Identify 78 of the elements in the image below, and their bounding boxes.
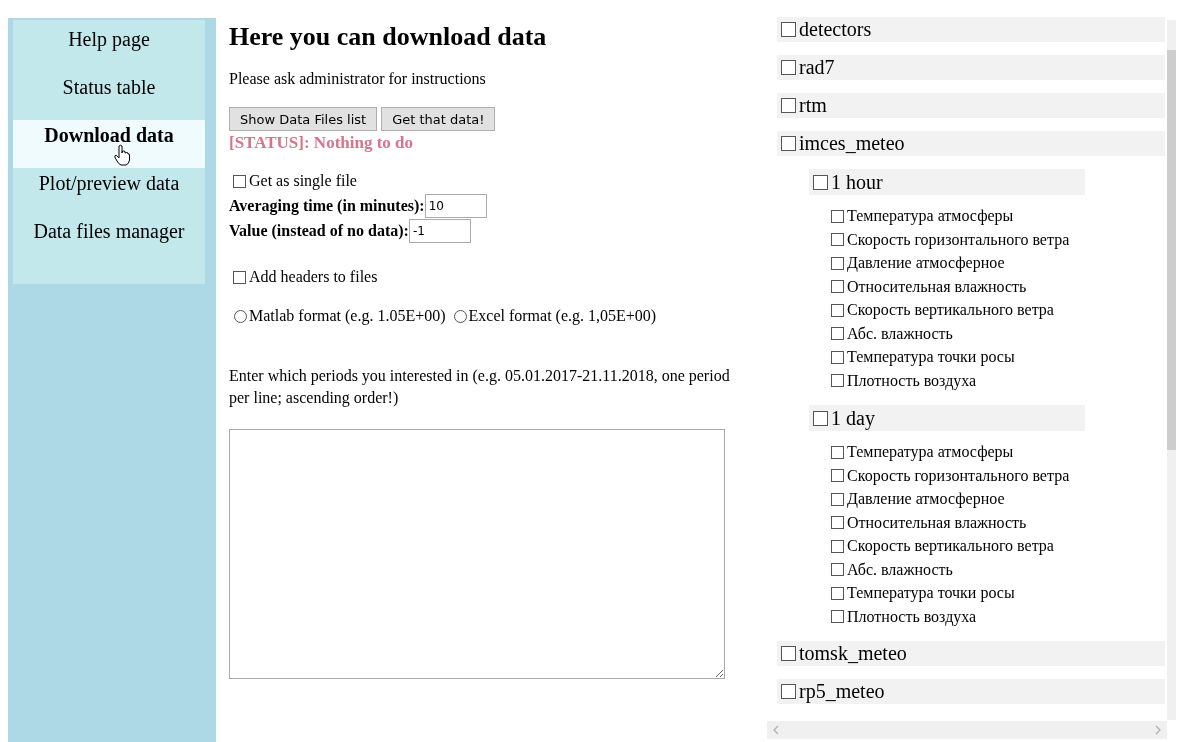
periods-prompt: Enter which periods you interested in (e.g. 05.01.2017-21.11.2018, one period per line; ascending order!) [229,366,731,409]
action-button[interactable]: Show Data Files list [229,107,378,131]
checkbox[interactable] [831,469,844,482]
tree-group-row[interactable]: 1 day [809,405,1085,431]
sidebar-item[interactable]: Help page [13,24,205,72]
tree-item-label: Абс. влажность [847,560,953,579]
checkbox[interactable] [831,516,844,529]
checkbox[interactable] [233,270,246,284]
tree-item-label: imces_meteo [799,132,905,155]
checkbox[interactable] [831,539,844,553]
tree-group-row[interactable]: imces_meteo [777,131,1165,156]
action-button[interactable]: Get that data! [381,107,496,131]
input-field[interactable]: 10 [424,193,487,218]
tree-item-label: rtm [799,94,827,117]
checkbox[interactable] [831,327,844,340]
checkbox[interactable] [831,233,844,246]
checkbox[interactable] [831,563,844,576]
tree-item-label: Скорость вертикального ветра [847,537,1054,555]
tree-item-label: 1 hour [831,170,883,194]
checkbox[interactable] [831,610,844,623]
checkbox[interactable] [781,22,796,37]
checkbox[interactable] [233,174,246,188]
sidebar-item[interactable]: Download data [13,120,205,168]
tree-group-row[interactable]: rtm [777,93,1165,118]
tree-item-label: Скорость горизонтального ветра [847,230,1070,249]
tree-item-label: Плотность воздуха [847,607,977,626]
checkbox[interactable] [831,374,844,387]
radio-label: Excel format (e.g. 1,05E+00) [468,307,657,325]
checkbox-label: Get as single file [249,172,357,190]
tree-item-label: Относительная влажность [847,277,1027,296]
checkbox[interactable] [781,646,796,661]
checkbox[interactable] [813,174,828,190]
checkbox[interactable] [831,350,844,364]
input-field[interactable]: -1 [408,218,471,243]
sidebar-item[interactable]: Data files manager [13,216,205,264]
tree-item-label: Давление атмосферное [847,490,1005,508]
checkbox[interactable] [831,586,844,600]
tree-item-label: rp5_meteo [799,680,885,703]
tree-group-row[interactable]: tomsk_meteo [777,641,1165,666]
checkbox[interactable] [781,98,796,113]
checkbox[interactable] [813,410,828,426]
tree-item-label: Относительная влажность [847,513,1027,532]
tree-group-row[interactable]: 1 hour [809,169,1085,195]
tree-item-label: tomsk_meteo [799,642,907,665]
radio-label: Matlab format (e.g. 1.05E+00) [249,307,446,325]
tree-item-label: detectors [799,18,872,41]
tree-item-label: Температура атмосферы [847,443,1014,461]
status-text: [STATUS]: Nothing to do [229,133,415,153]
field-label: Averaging time (in minutes): [229,196,425,215]
field-label: Value (instead of no data): [229,221,409,240]
intro-text: Please ask administrator for instructions [229,70,487,88]
checkbox[interactable] [781,684,796,699]
checkbox-label: Add headers to files [249,268,378,286]
tree-item-label: Скорость вертикального ветра [847,301,1054,319]
checkbox[interactable] [831,445,844,459]
checkbox[interactable] [781,60,796,75]
tree-group-row[interactable]: detectors [777,17,1165,42]
tree-item-label: Давление атмосферное [847,254,1005,272]
sidebar-item[interactable]: Status table [13,72,205,120]
checkbox[interactable] [831,303,844,317]
checkbox[interactable] [831,280,844,293]
tree-item-label: Плотность воздуха [847,371,977,390]
sidebar-item[interactable]: Plot/preview data [13,168,205,216]
checkbox[interactable] [831,492,844,506]
page-title: Here you can download data [229,22,548,53]
tree-item-label: 1 day [831,406,875,430]
hand-cursor-icon [114,144,130,166]
tree-item-label: Температура точки росы [847,348,1015,366]
tree-item-label: Температура точки росы [847,584,1015,602]
tree-item-label: rad7 [799,56,835,79]
tree-item-label: Скорость горизонтального ветра [847,466,1070,485]
checkbox[interactable] [831,256,844,270]
checkbox[interactable] [831,209,844,223]
tree-group-row[interactable]: rp5_meteo [777,679,1165,704]
tree-item-label: Абс. влажность [847,324,953,343]
checkbox[interactable] [781,136,796,151]
tree-item-label: Температура атмосферы [847,207,1014,225]
tree-group-row[interactable]: rad7 [777,55,1165,80]
